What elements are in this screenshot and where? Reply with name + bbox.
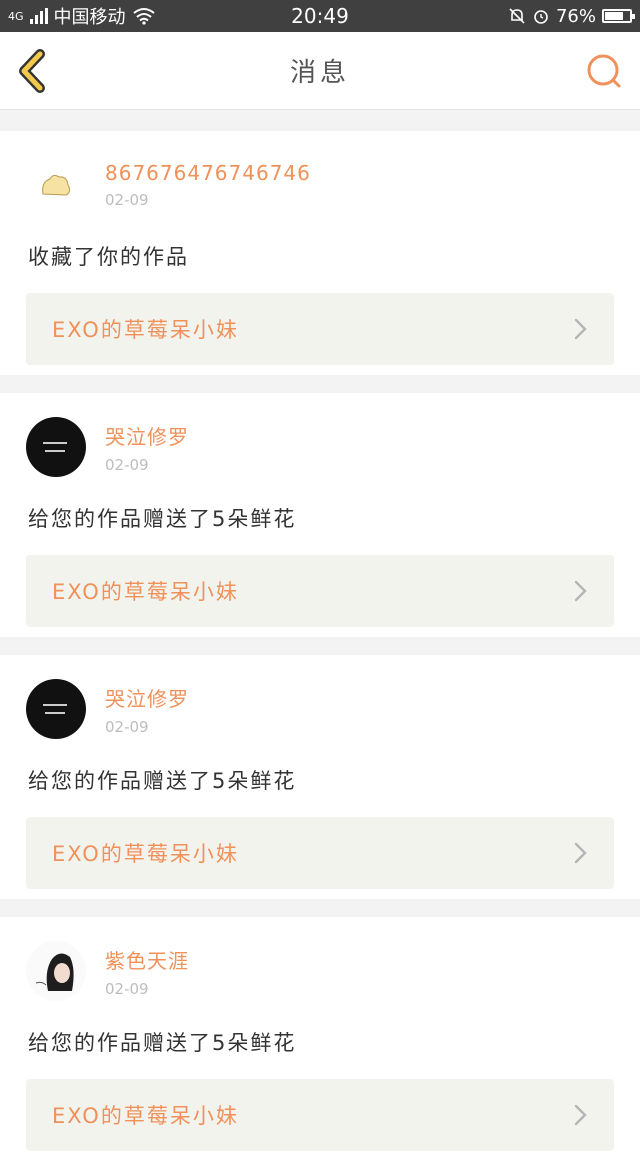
user-name[interactable]: 867676476746746 bbox=[105, 161, 311, 185]
avatar[interactable] bbox=[26, 155, 86, 215]
avatar[interactable] bbox=[26, 941, 86, 1001]
chevron-right-icon bbox=[574, 580, 587, 602]
message-date: 02-09 bbox=[105, 191, 149, 209]
work-link[interactable]: EXO的草莓呆小妹 bbox=[26, 555, 614, 627]
battery-icon bbox=[602, 9, 635, 23]
user-meta: 867676476746746 02-09 bbox=[105, 161, 311, 209]
status-right: 76% bbox=[508, 5, 635, 27]
dark-avatar-icon bbox=[43, 704, 67, 714]
action-text: 给您的作品赠送了5朵鲜花 bbox=[28, 1031, 297, 1055]
status-bar: 4G 中国移动 20:49 76% bbox=[0, 0, 640, 32]
user-name[interactable]: 哭泣修罗 bbox=[105, 683, 189, 712]
action-text: 给您的作品赠送了5朵鲜花 bbox=[28, 507, 297, 531]
portrait-avatar-icon bbox=[26, 941, 86, 1001]
battery-percent: 76% bbox=[555, 5, 596, 27]
message-card: 哭泣修罗 02-09 给您的作品赠送了5朵鲜花 EXO的草莓呆小妹 bbox=[0, 655, 640, 899]
work-link[interactable]: EXO的草莓呆小妹 bbox=[26, 293, 614, 365]
search-icon bbox=[587, 54, 621, 88]
avatar[interactable] bbox=[26, 679, 86, 739]
carrier-name: 中国移动 bbox=[53, 7, 126, 28]
work-link[interactable]: EXO的草莓呆小妹 bbox=[26, 1079, 614, 1151]
action-text: 给您的作品赠送了5朵鲜花 bbox=[28, 769, 297, 793]
work-title: EXO的草莓呆小妹 bbox=[52, 1104, 239, 1128]
message-card: 867676476746746 02-09 收藏了你的作品 EXO的草莓呆小妹 bbox=[0, 131, 640, 375]
chevron-right-icon bbox=[574, 842, 587, 864]
user-name[interactable]: 哭泣修罗 bbox=[105, 421, 189, 450]
message-header: 哭泣修罗 02-09 bbox=[26, 655, 614, 755]
network-type: 4G bbox=[8, 9, 24, 23]
nav-bar: 消息 bbox=[0, 32, 640, 110]
message-date: 02-09 bbox=[105, 717, 149, 736]
message-header: 哭泣修罗 02-09 bbox=[26, 393, 614, 493]
message-header: 紫色天涯 02-09 bbox=[26, 917, 614, 1017]
action-text: 收藏了你的作品 bbox=[28, 245, 189, 269]
page-title: 消息 bbox=[289, 58, 350, 88]
wifi-icon bbox=[132, 8, 155, 25]
message-list: 867676476746746 02-09 收藏了你的作品 EXO的草莓呆小妹 … bbox=[0, 110, 640, 1161]
chevron-right-icon bbox=[574, 1104, 587, 1126]
avatar[interactable] bbox=[26, 417, 86, 477]
search-button[interactable] bbox=[584, 52, 624, 92]
status-left: 4G 中国移动 bbox=[8, 3, 156, 29]
message-date: 02-09 bbox=[105, 455, 149, 474]
message-date: 02-09 bbox=[105, 979, 149, 998]
work-title: EXO的草莓呆小妹 bbox=[52, 318, 239, 342]
message-header: 867676476746746 02-09 bbox=[26, 131, 614, 231]
work-title: EXO的草莓呆小妹 bbox=[52, 580, 239, 604]
back-button[interactable] bbox=[14, 48, 54, 94]
user-meta: 紫色天涯 02-09 bbox=[105, 945, 189, 998]
work-title: EXO的草莓呆小妹 bbox=[52, 842, 239, 866]
alarm-icon bbox=[534, 10, 548, 24]
chevron-right-icon bbox=[574, 318, 587, 340]
dark-avatar-icon bbox=[43, 442, 67, 452]
signal-icon bbox=[29, 8, 48, 24]
user-meta: 哭泣修罗 02-09 bbox=[105, 683, 189, 736]
message-card: 哭泣修罗 02-09 给您的作品赠送了5朵鲜花 EXO的草莓呆小妹 bbox=[0, 393, 640, 637]
message-card: 紫色天涯 02-09 给您的作品赠送了5朵鲜花 EXO的草莓呆小妹 bbox=[0, 917, 640, 1161]
user-name[interactable]: 紫色天涯 bbox=[105, 945, 189, 974]
user-meta: 哭泣修罗 02-09 bbox=[105, 421, 189, 474]
work-link[interactable]: EXO的草莓呆小妹 bbox=[26, 817, 614, 889]
sticker-avatar-icon bbox=[42, 174, 71, 196]
bell-muted-icon bbox=[509, 8, 525, 24]
chevron-left-icon bbox=[19, 49, 45, 93]
